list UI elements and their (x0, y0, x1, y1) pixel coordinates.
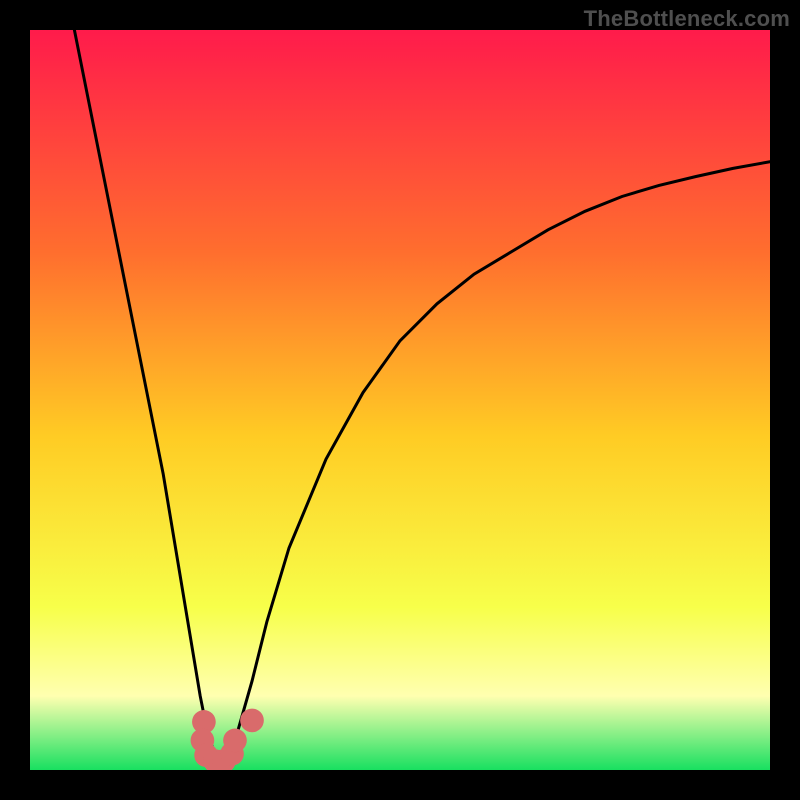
plot-area (30, 30, 770, 770)
watermark-text: TheBottleneck.com (584, 6, 790, 32)
gradient-background (30, 30, 770, 770)
plot-svg (30, 30, 770, 770)
chart-frame: TheBottleneck.com (0, 0, 800, 800)
marker-dot (223, 729, 247, 753)
marker-dot (240, 709, 264, 733)
